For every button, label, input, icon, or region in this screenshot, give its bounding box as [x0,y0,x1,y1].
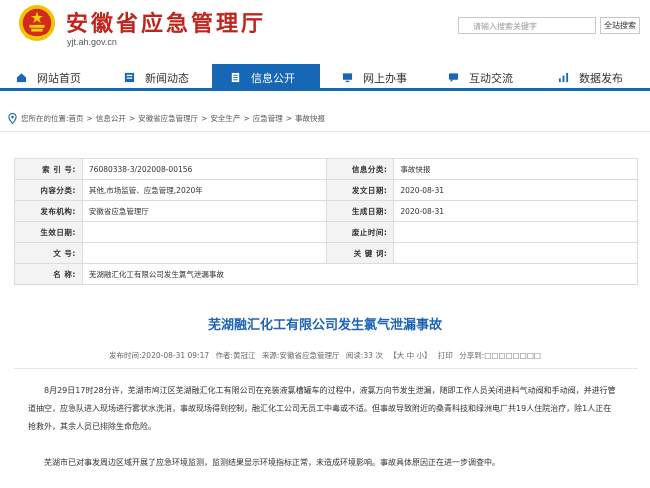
nav-item-data[interactable]: 数据发布 [558,64,650,91]
divider [0,131,650,132]
nav-item-online-service[interactable]: 网上办事 [342,64,442,91]
table-row: 名 称: 芜湖融汇化工有限公司发生氯气泄漏事故 [14,263,639,285]
field-label: 文 号: [14,242,83,264]
article-paragraph: 8月29日17时28分许，芜湖市鸠江区芜湖融汇化工有限公司在充装液氯槽罐车的过程… [28,386,616,431]
field-label: 生效日期: [14,221,83,243]
field-label: 关 键 词: [325,242,395,264]
field-label: 废止时间: [325,221,395,243]
source: 来源:安徽省应急管理厅 [261,351,340,360]
nav-label: 新闻动态 [145,71,189,85]
breadcrumb-department[interactable]: 安徽省应急管理厅 [138,113,198,124]
nav-item-info-public[interactable]: 信息公开 [212,64,320,91]
article-paragraph: 芜湖市已对事发周边区域开展了应急环境监测，监测结果显示环境指标正常，未造成环境影… [44,458,500,467]
article-meta: 发布时间:2020-08-31 09:17 作者:黄冠江 来源:安徽省应急管理厅… [0,350,650,361]
site-domain: yjt.ah.gov.cn [67,37,117,47]
field-value: 芜湖融汇化工有限公司发生氯气泄漏事故 [81,263,639,285]
search-button[interactable]: 全站搜索 [600,17,640,34]
field-label: 发布机构: [14,200,83,222]
nav-item-home[interactable]: 网站首页 [16,64,116,91]
table-row: 文 号: 关 键 词: [14,242,638,264]
field-label: 名 称: [14,263,83,285]
monitor-icon [342,72,353,83]
field-value [81,242,327,264]
field-label: 信息分类: [325,158,395,180]
breadcrumb-home[interactable]: 首页 [69,113,84,124]
field-label: 内容分类: [14,179,83,201]
field-value [393,242,638,264]
info-table: 索 引 号: 76080338-3/202008-00156 信息分类: 事故快… [14,158,639,285]
field-value: 其他,市场监管、应急管理,2020年 [81,179,327,201]
table-row: 内容分类: 其他,市场监管、应急管理,2020年 发文日期: 2020-08-3… [14,179,638,201]
table-row: 生效日期: 废止时间: [14,221,638,243]
national-emblem-icon[interactable] [18,4,56,42]
divider [14,368,638,369]
breadcrumb: 您所在的位置: 首页 > 信息公开 > 安徽省应急管理厅 > 安全生产 > 应急管理 > … [8,110,325,126]
author: 作者:黄冠江 [215,351,256,360]
bar-chart-icon [558,72,569,83]
field-label: 生成日期: [325,200,395,222]
field-value: 2020-08-31 [393,200,638,222]
breadcrumb-safety[interactable]: 安全生产 [210,113,240,124]
field-value [393,221,638,243]
breadcrumb-accident-report[interactable]: 事故快报 [295,113,325,124]
nav-label: 数据发布 [579,71,623,85]
article-title: 芜湖融汇化工有限公司发生氯气泄漏事故 [207,318,442,333]
publish-date: 发布时间:2020-08-31 09:17 [109,351,210,360]
document-icon [230,72,241,83]
nav-label: 网上办事 [363,71,407,85]
field-label: 索 引 号: [14,158,83,180]
field-label: 发文日期: [325,179,395,201]
breadcrumb-prefix: 您所在的位置: [21,113,69,123]
field-value: 2020-08-31 [393,179,638,201]
nav-item-news[interactable]: 新闻动态 [124,64,210,91]
chat-icon [448,72,459,83]
site-title[interactable]: 安徽省应急管理厅 [66,6,266,38]
field-value [81,221,327,243]
news-icon [124,72,135,83]
nav-label: 网站首页 [37,71,81,85]
nav-label: 信息公开 [251,71,295,85]
font-size-toggle[interactable]: 【大 中 小】 [389,351,431,360]
search-input[interactable]: 请输入搜索关键字 [458,17,596,34]
table-row: 索 引 号: 76080338-3/202008-00156 信息分类: 事故快… [14,158,638,180]
site-header: 安徽省应急管理厅 yjt.ah.gov.cn 请输入搜索关键字 全站搜索 [0,0,650,58]
view-count: 阅读:33 次 [345,351,383,360]
breadcrumb-emergency[interactable]: 应急管理 [253,113,283,124]
main-nav: 网站首页 新闻动态 信息公开 网上办事 互动交流 数据发布 [0,64,650,91]
field-value: 76080338-3/202008-00156 [81,158,327,180]
print-button[interactable]: 打印 [438,351,453,360]
share-bar[interactable]: 分享到:□□□□□□□□ [459,351,541,360]
field-value: 安徽省应急管理厅 [81,200,327,222]
nav-label: 互动交流 [469,71,513,85]
field-value: 事故快报 [393,158,638,180]
breadcrumb-info-public[interactable]: 信息公开 [96,113,126,124]
home-icon [16,72,27,83]
table-row: 发布机构: 安徽省应急管理厅 生成日期: 2020-08-31 [14,200,638,222]
location-pin-icon [8,112,17,124]
nav-item-interaction[interactable]: 互动交流 [448,64,548,91]
